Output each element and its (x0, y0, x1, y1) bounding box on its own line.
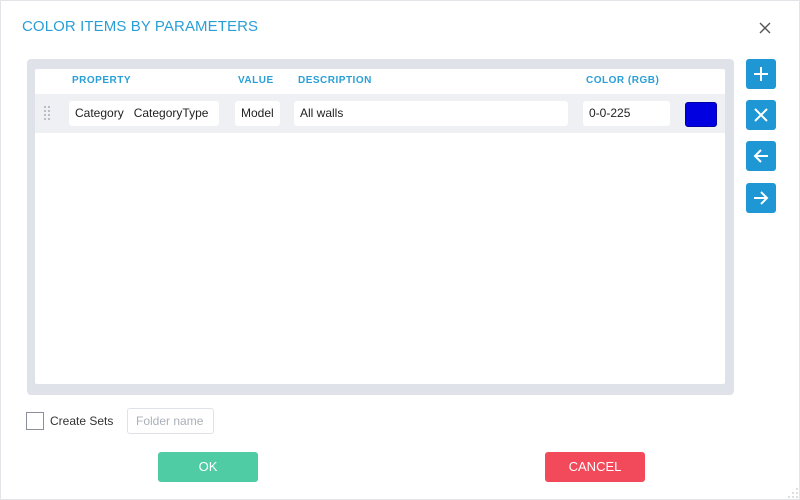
table-row[interactable]: Category CategoryType Model All walls 0-0… (35, 94, 725, 133)
plus-icon (754, 67, 768, 81)
value-field[interactable]: Model (235, 101, 280, 126)
header-description: DESCRIPTION (298, 75, 372, 86)
folder-name-input[interactable] (127, 408, 214, 434)
color-rgb-field[interactable]: 0-0-225 (583, 101, 670, 126)
dialog-title: COLOR ITEMS BY PARAMETERS (22, 18, 259, 35)
parameters-grid: PROPERTY VALUE DESCRIPTION COLOR (RGB) C… (35, 69, 725, 384)
ok-button[interactable]: OK (158, 452, 258, 482)
move-right-button[interactable] (746, 183, 776, 213)
drag-handle-icon[interactable] (44, 106, 54, 122)
close-icon (759, 22, 771, 34)
resize-grip-icon[interactable] (787, 487, 799, 499)
property-field[interactable]: Category CategoryType (69, 101, 219, 126)
header-value: VALUE (238, 75, 274, 86)
create-sets-label: Create Sets (50, 414, 114, 428)
color-swatch[interactable] (685, 102, 717, 127)
header-property: PROPERTY (72, 75, 132, 86)
close-button[interactable] (755, 18, 775, 38)
property-category: Category (75, 106, 124, 120)
cancel-button[interactable]: CANCEL (545, 452, 645, 482)
parameters-grid-frame: PROPERTY VALUE DESCRIPTION COLOR (RGB) C… (27, 59, 734, 395)
header-color: COLOR (RGB) (586, 75, 660, 86)
description-field[interactable]: All walls (294, 101, 568, 126)
delete-row-button[interactable] (746, 100, 776, 130)
arrow-right-icon (754, 191, 769, 205)
add-row-button[interactable] (746, 59, 776, 89)
move-left-button[interactable] (746, 141, 776, 171)
arrow-left-icon (753, 149, 768, 163)
property-name: CategoryType (133, 106, 209, 120)
create-sets-checkbox[interactable] (26, 412, 44, 430)
x-icon (754, 108, 768, 122)
color-items-dialog: COLOR ITEMS BY PARAMETERS PROPERTY VALUE… (0, 0, 800, 500)
